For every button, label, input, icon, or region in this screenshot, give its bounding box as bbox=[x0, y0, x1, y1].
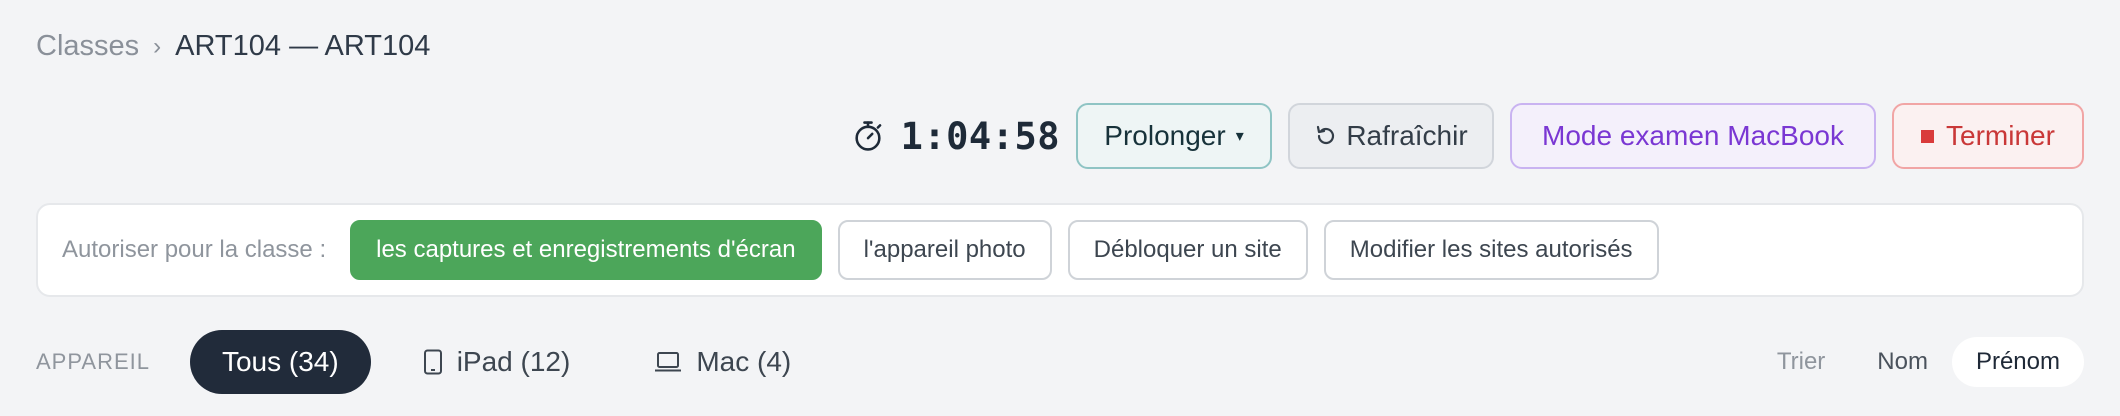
refresh-button[interactable]: Rafraîchir bbox=[1288, 103, 1494, 169]
unblock-site-chip[interactable]: Débloquer un site bbox=[1067, 220, 1308, 280]
extend-button[interactable]: Prolonger ▾ bbox=[1076, 103, 1272, 169]
breadcrumb-separator: › bbox=[153, 32, 162, 60]
filter-ipad[interactable]: iPad (12) bbox=[391, 330, 603, 394]
permissions-label: Autoriser pour la classe : bbox=[62, 236, 327, 263]
stop-square-icon bbox=[1921, 129, 1935, 143]
refresh-icon bbox=[1317, 125, 1335, 145]
breadcrumb-current-class: ART104 — ART104 bbox=[175, 30, 431, 62]
chevron-down-icon: ▾ bbox=[1235, 128, 1244, 145]
stop-label: Terminer bbox=[1946, 120, 2055, 151]
device-filter-bar: APPAREIL Tous (34) iPad (12) Mac (4) Tri… bbox=[36, 330, 2084, 394]
filter-mac[interactable]: Mac (4) bbox=[622, 330, 823, 394]
stop-session-button[interactable]: Terminer bbox=[1892, 103, 2084, 169]
sort-by-first-name[interactable]: Prénom bbox=[1951, 337, 2084, 387]
stopwatch-icon bbox=[854, 121, 881, 151]
session-timer: 1:04:58 bbox=[900, 114, 1060, 158]
allow-screen-capture-chip[interactable]: les captures et enregistrements d'écran bbox=[350, 220, 822, 280]
breadcrumb: Classes › ART104 — ART104 bbox=[36, 30, 430, 63]
class-permissions-panel: Autoriser pour la classe : les captures … bbox=[36, 203, 2084, 297]
filter-all-devices[interactable]: Tous (34) bbox=[189, 330, 371, 394]
sort-label: Trier bbox=[1776, 348, 1826, 375]
extend-label: Prolonger bbox=[1104, 120, 1226, 151]
allow-camera-chip[interactable]: l'appareil photo bbox=[837, 220, 1052, 280]
laptop-icon bbox=[655, 352, 682, 372]
filter-mac-label: Mac (4) bbox=[696, 346, 792, 377]
tablet-icon bbox=[423, 349, 442, 375]
exam-mode-label: Mode examen MacBook bbox=[1542, 120, 1844, 151]
breadcrumb-classes-link[interactable]: Classes bbox=[36, 30, 139, 63]
sort-by-last-name[interactable]: Nom bbox=[1853, 337, 1952, 387]
session-toolbar: 1:04:58 Prolonger ▾ Rafraîchir Mode exam… bbox=[851, 102, 2084, 170]
filter-all-label: Tous (34) bbox=[221, 346, 339, 377]
refresh-label: Rafraîchir bbox=[1346, 120, 1468, 151]
filter-ipad-label: iPad (12) bbox=[456, 346, 571, 377]
exam-mode-button[interactable]: Mode examen MacBook bbox=[1510, 103, 1876, 169]
edit-allowed-sites-chip[interactable]: Modifier les sites autorisés bbox=[1323, 220, 1659, 280]
device-filter-label: APPAREIL bbox=[36, 349, 150, 374]
